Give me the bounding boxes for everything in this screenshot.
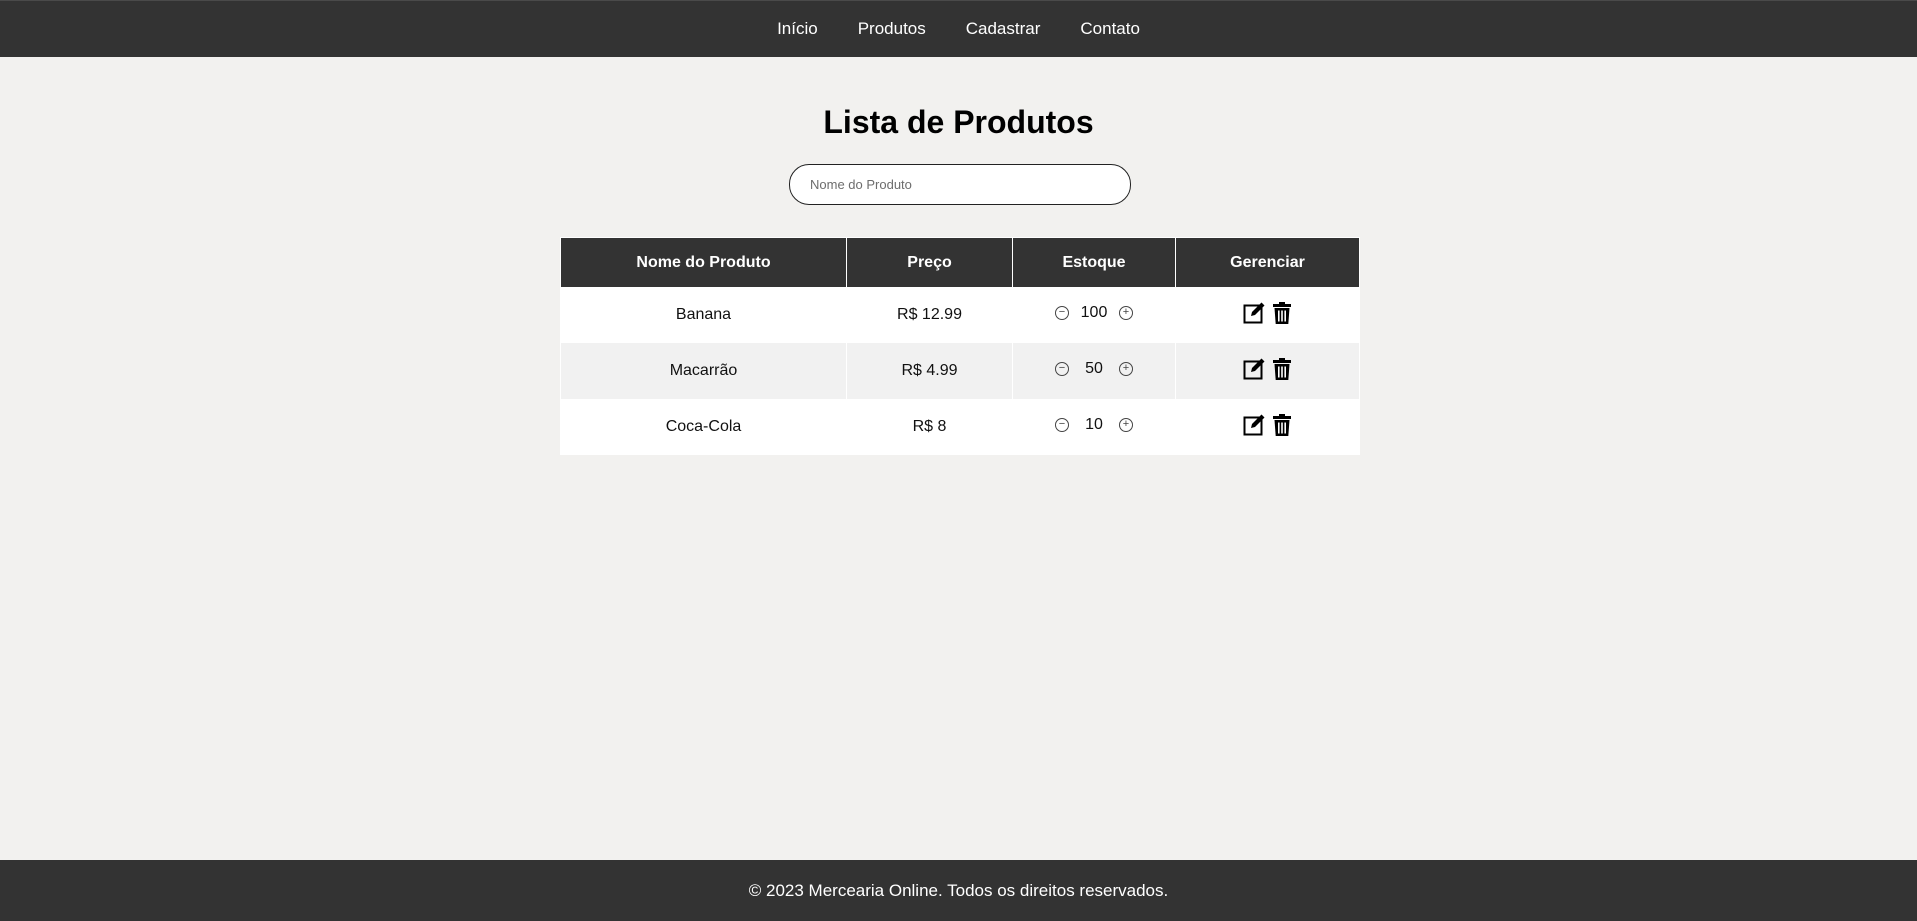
nav-link-cadastrar[interactable]: Cadastrar [946,1,1061,57]
minus-circle-icon[interactable]: − [1055,305,1069,320]
stock-stepper: − 10 + [1055,416,1133,434]
cell-product-name: Coca-Cola [561,399,846,455]
search-container [789,164,1131,205]
table-row: Coca-Cola R$ 8 − 10 + [561,399,1359,455]
edit-icon[interactable] [1242,301,1266,325]
cell-stock: − 10 + [1013,399,1175,455]
stock-stepper: − 50 + [1055,360,1133,378]
nav-item-cadastrar: Cadastrar [946,1,1061,57]
header-price: Preço [847,237,1012,287]
nav-item-contato: Contato [1060,1,1160,57]
page-title: Lista de Produtos [823,104,1094,140]
trash-icon[interactable] [1270,413,1294,437]
table-row: Banana R$ 12.99 − 100 + [561,287,1359,343]
cell-price: R$ 12.99 [847,287,1012,343]
cell-actions [1176,399,1359,455]
row-actions [1242,301,1294,325]
nav-list: Início Produtos Cadastrar Contato [0,1,1917,57]
minus-circle-icon[interactable]: − [1055,361,1069,376]
footer-copyright: © 2023 Mercearia Online. Todos os direit… [748,880,1169,900]
plus-circle-icon[interactable]: + [1119,361,1133,376]
row-actions [1242,357,1294,381]
search-input[interactable] [789,164,1131,205]
top-navigation: Início Produtos Cadastrar Contato [0,0,1917,57]
table-header-row: Nome do Produto Preço Estoque Gerenciar [561,237,1359,287]
cell-price: R$ 8 [847,399,1012,455]
stock-value: 50 [1085,359,1103,377]
cell-stock: − 50 + [1013,343,1175,399]
stock-stepper: − 100 + [1055,304,1133,322]
cell-stock: − 100 + [1013,287,1175,343]
cell-actions [1176,287,1359,343]
edit-icon[interactable] [1242,357,1266,381]
nav-item-produtos: Produtos [838,1,946,57]
plus-circle-icon[interactable]: + [1119,305,1133,320]
header-stock: Estoque [1013,237,1175,287]
stock-value: 10 [1085,415,1103,433]
cell-product-name: Banana [561,287,846,343]
footer: © 2023 Mercearia Online. Todos os direit… [0,860,1917,921]
cell-actions [1176,343,1359,399]
stock-value: 100 [1080,303,1108,321]
nav-item-inicio: Início [757,1,838,57]
plus-circle-icon[interactable]: + [1119,417,1133,432]
header-manage: Gerenciar [1176,237,1359,287]
trash-icon[interactable] [1270,357,1294,381]
table-body: Banana R$ 12.99 − 100 + Macarrão R$ 4.99… [561,287,1359,455]
products-table: Nome do Produto Preço Estoque Gerenciar … [560,237,1360,455]
nav-link-inicio[interactable]: Início [757,1,838,57]
minus-circle-icon[interactable]: − [1055,417,1069,432]
header-product-name: Nome do Produto [561,237,846,287]
edit-icon[interactable] [1242,413,1266,437]
nav-link-produtos[interactable]: Produtos [838,1,946,57]
trash-icon[interactable] [1270,301,1294,325]
table-head: Nome do Produto Preço Estoque Gerenciar [561,237,1359,287]
row-actions [1242,413,1294,437]
cell-price: R$ 4.99 [847,343,1012,399]
table-row: Macarrão R$ 4.99 − 50 + [561,343,1359,399]
cell-product-name: Macarrão [561,343,846,399]
nav-link-contato[interactable]: Contato [1060,1,1160,57]
